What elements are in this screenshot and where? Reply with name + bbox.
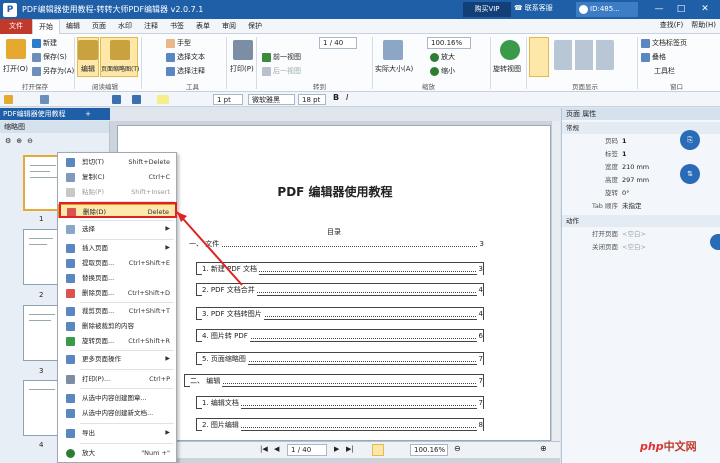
page-properties-icon[interactable]: ⎘ <box>680 130 700 150</box>
prop-tag: 标签 1 <box>562 148 720 161</box>
prop-value[interactable]: <空白> <box>622 241 646 254</box>
properties-title: 页面 属性 <box>562 108 720 120</box>
prop-key: Tab 顺序 <box>591 202 618 210</box>
watermark-prefix: php <box>640 440 664 453</box>
prop-value[interactable]: 未指定 <box>622 200 642 213</box>
watermark-suffix: 中文网 <box>663 440 697 453</box>
prop-key: 关闭页面 <box>592 243 618 251</box>
prop-key: 宽度 <box>605 163 618 171</box>
prop-value: 1 <box>622 137 627 145</box>
prop-open-page: 打开页面 <空白> <box>562 228 720 241</box>
prop-value[interactable]: <空白> <box>622 228 646 241</box>
prop-rotate: 旋转 0° <box>562 187 720 200</box>
side-button-1[interactable] <box>710 234 720 250</box>
properties-panel: 页面 属性 常规 页码 1 标签 1 宽度 210 mm 高度 297 mm 旋转 0° … <box>561 108 720 463</box>
prop-key: 旋转 <box>605 189 618 197</box>
watermark: php中文网 <box>640 438 697 454</box>
prop-close-page: 关闭页面 <空白> <box>562 241 720 254</box>
prop-key: 标签 <box>605 150 618 158</box>
section-action[interactable]: 动作 <box>562 215 720 227</box>
prop-key: 页码 <box>605 137 618 145</box>
prop-key: 高度 <box>605 176 618 184</box>
sort-icon[interactable]: ⇅ <box>680 164 700 184</box>
prop-value: 210 mm <box>622 163 650 171</box>
prop-key: 打开页面 <box>592 230 618 238</box>
prop-value: 0° <box>622 189 630 197</box>
prop-value[interactable]: 1 <box>622 148 627 161</box>
prop-tab-order: Tab 顺序 未指定 <box>562 200 720 213</box>
prop-value: 297 mm <box>622 176 650 184</box>
